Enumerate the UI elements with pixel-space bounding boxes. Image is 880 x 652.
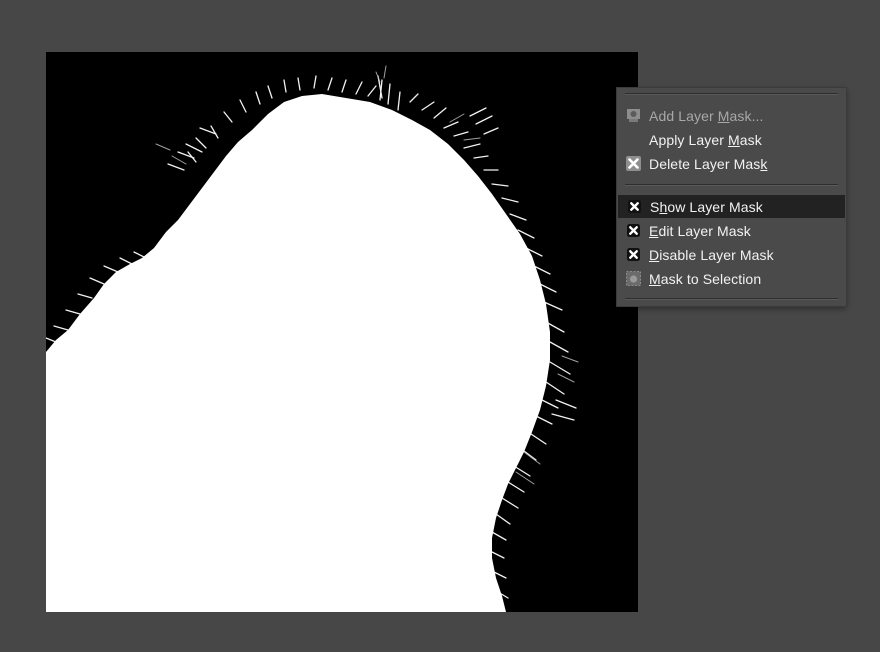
menu-item-label: Show Layer Mask [650, 198, 763, 215]
mask-silhouette [46, 52, 638, 612]
menu-separator [625, 93, 838, 95]
mask-to-selection-icon [625, 270, 642, 287]
layer-mask-context-menu: Add Layer Mask... Apply Layer Mask Delet… [617, 88, 846, 306]
menu-item-label: Edit Layer Mask [649, 222, 751, 239]
checkbox-checked-icon [625, 222, 642, 239]
menu-separator [625, 298, 838, 300]
menu-item-label: Delete Layer Mask [649, 155, 768, 172]
add-mask-icon [625, 107, 642, 124]
menu-item-label: Apply Layer Mask [649, 131, 762, 148]
menu-item-label: Disable Layer Mask [649, 246, 774, 263]
menu-item-add-layer-mask[interactable]: Add Layer Mask... [617, 104, 846, 127]
menu-item-disable-layer-mask[interactable]: Disable Layer Mask [617, 243, 846, 266]
menu-item-mask-to-selection[interactable]: Mask to Selection [617, 267, 846, 290]
menu-item-edit-layer-mask[interactable]: Edit Layer Mask [617, 219, 846, 242]
menu-item-label: Mask to Selection [649, 270, 762, 287]
menu-item-label: Add Layer Mask... [649, 107, 764, 124]
checkbox-checked-icon [626, 198, 643, 215]
delete-mask-icon [625, 155, 642, 172]
menu-item-show-layer-mask[interactable]: Show Layer Mask [618, 195, 845, 218]
layer-mask-preview[interactable] [46, 52, 638, 612]
menu-separator [625, 184, 838, 186]
menu-item-apply-layer-mask[interactable]: Apply Layer Mask [617, 128, 846, 151]
menu-item-delete-layer-mask[interactable]: Delete Layer Mask [617, 152, 846, 175]
checkbox-checked-icon [625, 246, 642, 263]
